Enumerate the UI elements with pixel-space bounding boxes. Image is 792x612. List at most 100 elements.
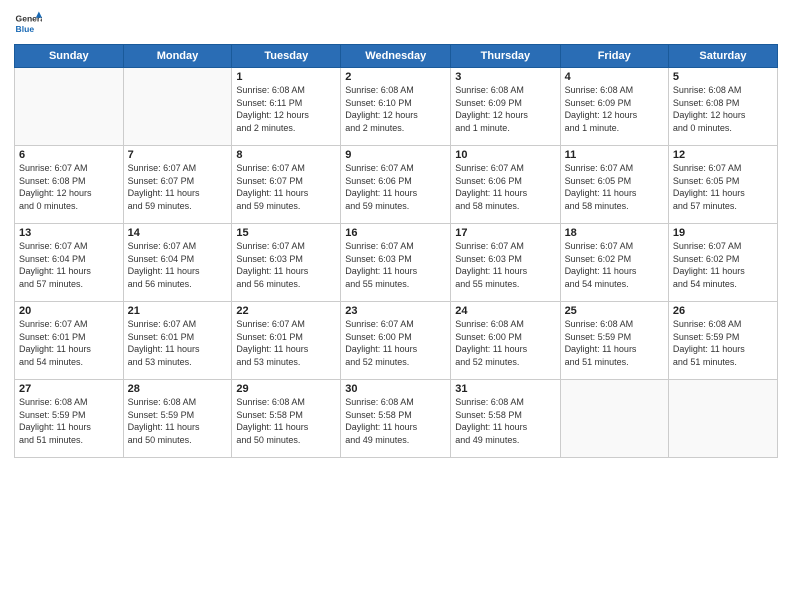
day-number: 7 xyxy=(128,149,228,161)
day-info: Sunrise: 6:07 AM Sunset: 6:05 PM Dayligh… xyxy=(673,162,773,212)
calendar-weekday-thursday: Thursday xyxy=(451,45,560,68)
day-number: 24 xyxy=(455,305,555,317)
calendar-cell: 5Sunrise: 6:08 AM Sunset: 6:08 PM Daylig… xyxy=(668,68,777,146)
calendar-week-row: 6Sunrise: 6:07 AM Sunset: 6:08 PM Daylig… xyxy=(15,146,778,224)
calendar-cell: 24Sunrise: 6:08 AM Sunset: 6:00 PM Dayli… xyxy=(451,302,560,380)
calendar-weekday-sunday: Sunday xyxy=(15,45,124,68)
calendar-cell: 27Sunrise: 6:08 AM Sunset: 5:59 PM Dayli… xyxy=(15,380,124,458)
calendar-cell: 25Sunrise: 6:08 AM Sunset: 5:59 PM Dayli… xyxy=(560,302,668,380)
day-info: Sunrise: 6:07 AM Sunset: 6:03 PM Dayligh… xyxy=(455,240,555,290)
day-number: 5 xyxy=(673,71,773,83)
day-number: 25 xyxy=(565,305,664,317)
day-number: 18 xyxy=(565,227,664,239)
day-number: 1 xyxy=(236,71,336,83)
day-info: Sunrise: 6:08 AM Sunset: 6:00 PM Dayligh… xyxy=(455,318,555,368)
day-info: Sunrise: 6:07 AM Sunset: 6:07 PM Dayligh… xyxy=(236,162,336,212)
calendar-cell xyxy=(560,380,668,458)
day-info: Sunrise: 6:07 AM Sunset: 6:04 PM Dayligh… xyxy=(128,240,228,290)
calendar-cell xyxy=(123,68,232,146)
day-info: Sunrise: 6:07 AM Sunset: 6:03 PM Dayligh… xyxy=(345,240,446,290)
calendar-cell: 17Sunrise: 6:07 AM Sunset: 6:03 PM Dayli… xyxy=(451,224,560,302)
day-number: 19 xyxy=(673,227,773,239)
day-info: Sunrise: 6:07 AM Sunset: 6:02 PM Dayligh… xyxy=(673,240,773,290)
day-number: 20 xyxy=(19,305,119,317)
calendar-cell: 29Sunrise: 6:08 AM Sunset: 5:58 PM Dayli… xyxy=(232,380,341,458)
day-number: 26 xyxy=(673,305,773,317)
day-number: 17 xyxy=(455,227,555,239)
day-number: 12 xyxy=(673,149,773,161)
calendar-cell: 12Sunrise: 6:07 AM Sunset: 6:05 PM Dayli… xyxy=(668,146,777,224)
calendar-week-row: 27Sunrise: 6:08 AM Sunset: 5:59 PM Dayli… xyxy=(15,380,778,458)
day-number: 11 xyxy=(565,149,664,161)
day-info: Sunrise: 6:08 AM Sunset: 5:59 PM Dayligh… xyxy=(19,396,119,446)
day-number: 22 xyxy=(236,305,336,317)
calendar-cell: 4Sunrise: 6:08 AM Sunset: 6:09 PM Daylig… xyxy=(560,68,668,146)
day-info: Sunrise: 6:07 AM Sunset: 6:07 PM Dayligh… xyxy=(128,162,228,212)
day-number: 28 xyxy=(128,383,228,395)
day-number: 29 xyxy=(236,383,336,395)
calendar-cell: 10Sunrise: 6:07 AM Sunset: 6:06 PM Dayli… xyxy=(451,146,560,224)
day-info: Sunrise: 6:07 AM Sunset: 6:06 PM Dayligh… xyxy=(345,162,446,212)
day-info: Sunrise: 6:07 AM Sunset: 6:05 PM Dayligh… xyxy=(565,162,664,212)
calendar-cell: 7Sunrise: 6:07 AM Sunset: 6:07 PM Daylig… xyxy=(123,146,232,224)
calendar-weekday-saturday: Saturday xyxy=(668,45,777,68)
day-number: 21 xyxy=(128,305,228,317)
calendar-cell: 3Sunrise: 6:08 AM Sunset: 6:09 PM Daylig… xyxy=(451,68,560,146)
calendar-cell: 22Sunrise: 6:07 AM Sunset: 6:01 PM Dayli… xyxy=(232,302,341,380)
calendar-cell: 30Sunrise: 6:08 AM Sunset: 5:58 PM Dayli… xyxy=(341,380,451,458)
day-number: 16 xyxy=(345,227,446,239)
day-number: 31 xyxy=(455,383,555,395)
day-number: 6 xyxy=(19,149,119,161)
day-info: Sunrise: 6:07 AM Sunset: 6:02 PM Dayligh… xyxy=(565,240,664,290)
calendar-cell: 21Sunrise: 6:07 AM Sunset: 6:01 PM Dayli… xyxy=(123,302,232,380)
calendar-cell: 1Sunrise: 6:08 AM Sunset: 6:11 PM Daylig… xyxy=(232,68,341,146)
logo-icon: General Blue xyxy=(14,10,42,38)
day-info: Sunrise: 6:08 AM Sunset: 6:09 PM Dayligh… xyxy=(565,84,664,134)
calendar-cell: 6Sunrise: 6:07 AM Sunset: 6:08 PM Daylig… xyxy=(15,146,124,224)
calendar-week-row: 13Sunrise: 6:07 AM Sunset: 6:04 PM Dayli… xyxy=(15,224,778,302)
day-info: Sunrise: 6:07 AM Sunset: 6:01 PM Dayligh… xyxy=(236,318,336,368)
day-info: Sunrise: 6:08 AM Sunset: 6:11 PM Dayligh… xyxy=(236,84,336,134)
day-info: Sunrise: 6:07 AM Sunset: 6:03 PM Dayligh… xyxy=(236,240,336,290)
day-info: Sunrise: 6:08 AM Sunset: 5:58 PM Dayligh… xyxy=(455,396,555,446)
day-info: Sunrise: 6:07 AM Sunset: 6:01 PM Dayligh… xyxy=(19,318,119,368)
calendar-weekday-wednesday: Wednesday xyxy=(341,45,451,68)
day-info: Sunrise: 6:08 AM Sunset: 5:58 PM Dayligh… xyxy=(345,396,446,446)
calendar-cell: 28Sunrise: 6:08 AM Sunset: 5:59 PM Dayli… xyxy=(123,380,232,458)
day-info: Sunrise: 6:07 AM Sunset: 6:01 PM Dayligh… xyxy=(128,318,228,368)
day-number: 23 xyxy=(345,305,446,317)
day-number: 14 xyxy=(128,227,228,239)
calendar-cell: 11Sunrise: 6:07 AM Sunset: 6:05 PM Dayli… xyxy=(560,146,668,224)
day-number: 9 xyxy=(345,149,446,161)
calendar-cell: 23Sunrise: 6:07 AM Sunset: 6:00 PM Dayli… xyxy=(341,302,451,380)
calendar-weekday-monday: Monday xyxy=(123,45,232,68)
svg-text:Blue: Blue xyxy=(16,24,35,34)
day-info: Sunrise: 6:08 AM Sunset: 6:10 PM Dayligh… xyxy=(345,84,446,134)
day-number: 10 xyxy=(455,149,555,161)
day-number: 27 xyxy=(19,383,119,395)
calendar-cell: 2Sunrise: 6:08 AM Sunset: 6:10 PM Daylig… xyxy=(341,68,451,146)
calendar-cell: 14Sunrise: 6:07 AM Sunset: 6:04 PM Dayli… xyxy=(123,224,232,302)
day-info: Sunrise: 6:08 AM Sunset: 5:59 PM Dayligh… xyxy=(565,318,664,368)
day-number: 8 xyxy=(236,149,336,161)
calendar-cell: 31Sunrise: 6:08 AM Sunset: 5:58 PM Dayli… xyxy=(451,380,560,458)
day-number: 4 xyxy=(565,71,664,83)
calendar-cell: 16Sunrise: 6:07 AM Sunset: 6:03 PM Dayli… xyxy=(341,224,451,302)
day-info: Sunrise: 6:07 AM Sunset: 6:08 PM Dayligh… xyxy=(19,162,119,212)
day-number: 15 xyxy=(236,227,336,239)
calendar-cell: 18Sunrise: 6:07 AM Sunset: 6:02 PM Dayli… xyxy=(560,224,668,302)
day-number: 3 xyxy=(455,71,555,83)
calendar-week-row: 20Sunrise: 6:07 AM Sunset: 6:01 PM Dayli… xyxy=(15,302,778,380)
calendar-cell: 20Sunrise: 6:07 AM Sunset: 6:01 PM Dayli… xyxy=(15,302,124,380)
calendar-weekday-tuesday: Tuesday xyxy=(232,45,341,68)
calendar-cell xyxy=(15,68,124,146)
day-number: 30 xyxy=(345,383,446,395)
day-info: Sunrise: 6:08 AM Sunset: 5:59 PM Dayligh… xyxy=(673,318,773,368)
day-info: Sunrise: 6:08 AM Sunset: 6:09 PM Dayligh… xyxy=(455,84,555,134)
calendar-weekday-friday: Friday xyxy=(560,45,668,68)
header: General Blue xyxy=(14,10,778,38)
day-info: Sunrise: 6:07 AM Sunset: 6:06 PM Dayligh… xyxy=(455,162,555,212)
day-info: Sunrise: 6:07 AM Sunset: 6:00 PM Dayligh… xyxy=(345,318,446,368)
day-number: 2 xyxy=(345,71,446,83)
day-info: Sunrise: 6:07 AM Sunset: 6:04 PM Dayligh… xyxy=(19,240,119,290)
